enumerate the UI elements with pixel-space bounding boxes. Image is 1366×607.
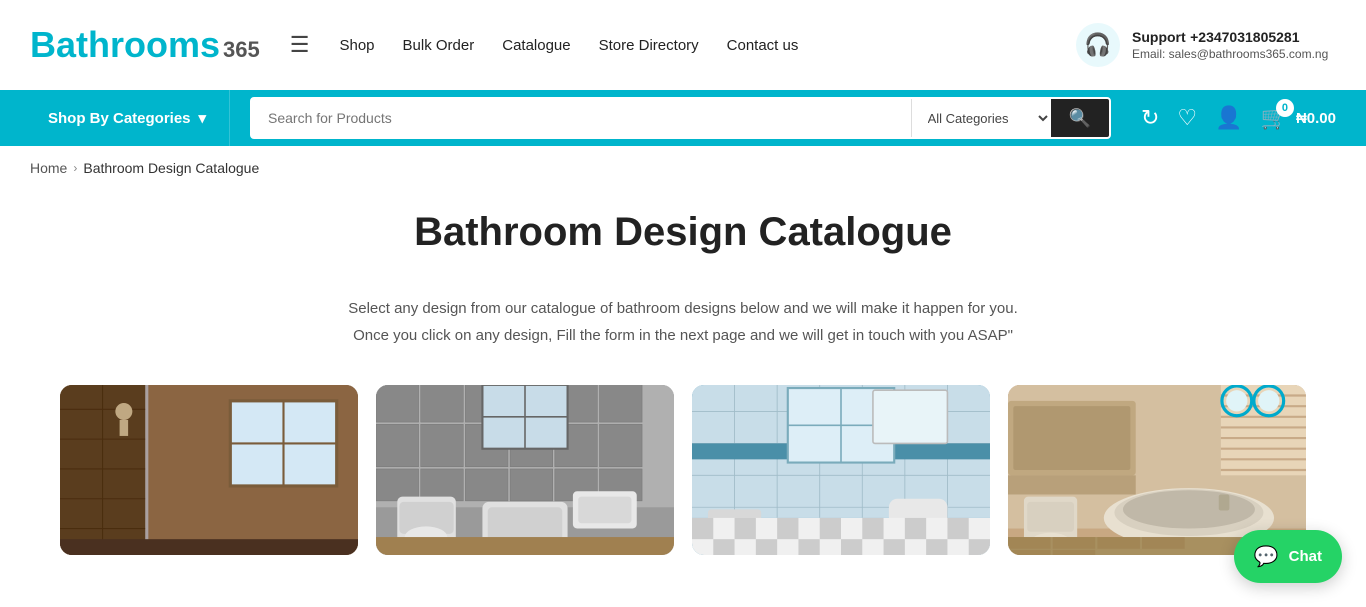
whatsapp-chat-btn[interactable]: 💬 Chat: [1234, 530, 1342, 583]
page-description: Select any design from our catalogue of …: [60, 295, 1306, 349]
nav-link-contact[interactable]: Contact us: [727, 37, 799, 54]
page-title: Bathroom Design Catalogue: [60, 200, 1306, 265]
heart-icon: ♡: [1177, 105, 1197, 131]
support-text: Support +2347031805281 Email: sales@bath…: [1132, 29, 1328, 61]
refresh-icon-btn[interactable]: ↻: [1141, 105, 1159, 131]
support-area: 🎧 Support +2347031805281 Email: sales@ba…: [1076, 23, 1336, 67]
account-btn[interactable]: 👤: [1215, 105, 1242, 131]
search-input[interactable]: [252, 99, 911, 137]
search-button[interactable]: 🔍: [1051, 99, 1109, 137]
cart-icon-wrap: 🛒 0: [1261, 105, 1288, 131]
nav-link-catalogue[interactable]: Catalogue: [502, 37, 570, 54]
description-line1: Select any design from our catalogue of …: [60, 295, 1306, 322]
headphone-icon: 🎧: [1076, 23, 1120, 67]
breadcrumb-current: Bathroom Design Catalogue: [83, 160, 259, 176]
support-phone: +2347031805281: [1190, 29, 1299, 45]
breadcrumb-home[interactable]: Home: [30, 160, 67, 176]
catalogue-card-2[interactable]: [376, 385, 674, 555]
wishlist-btn[interactable]: ♡: [1177, 105, 1197, 131]
cart-badge: 0: [1276, 99, 1294, 117]
search-icon: 🔍: [1069, 108, 1091, 129]
cart-amount: ₦0.00: [1296, 110, 1336, 127]
support-email: Email: sales@bathrooms365.com.ng: [1132, 47, 1328, 61]
site-header: Bathrooms 365 ☰ Shop Bulk Order Catalogu…: [0, 0, 1366, 90]
refresh-icon: ↻: [1141, 105, 1159, 131]
breadcrumb-separator: ›: [73, 161, 77, 175]
cart-btn[interactable]: 🛒 0 ₦0.00: [1261, 105, 1336, 131]
main-nav: Shop Bulk Order Catalogue Store Director…: [339, 37, 1056, 54]
main-content: Bathroom Design Catalogue Select any des…: [0, 190, 1366, 595]
nav-icons: ↻ ♡ 👤 🛒 0 ₦0.00: [1141, 105, 1336, 131]
catalogue-card-3[interactable]: [692, 385, 990, 555]
catalogue-card-1[interactable]: [60, 385, 358, 555]
nav-link-shop[interactable]: Shop: [339, 37, 374, 54]
support-label: Support: [1132, 29, 1186, 45]
category-select[interactable]: All Categories Toilets Bathtubs Sinks Sh…: [911, 99, 1051, 137]
logo-area: Bathrooms 365: [30, 27, 260, 63]
breadcrumb: Home › Bathroom Design Catalogue: [0, 146, 1366, 190]
navbar: Shop By Categories ▾ All Categories Toil…: [0, 90, 1366, 146]
shop-by-categories-btn[interactable]: Shop By Categories ▾: [30, 90, 230, 146]
hamburger-icon[interactable]: ☰: [290, 32, 310, 58]
logo[interactable]: Bathrooms 365: [30, 27, 260, 63]
search-area: All Categories Toilets Bathtubs Sinks Sh…: [250, 97, 1111, 139]
nav-link-store-directory[interactable]: Store Directory: [599, 37, 699, 54]
logo-text-365: 365: [223, 39, 260, 61]
description-line2: Once you click on any design, Fill the f…: [60, 322, 1306, 349]
user-icon: 👤: [1215, 105, 1242, 131]
whatsapp-icon: 💬: [1254, 544, 1279, 569]
chat-label: Chat: [1289, 548, 1322, 565]
catalogue-grid: [60, 385, 1306, 555]
shop-by-label: Shop By Categories: [48, 110, 191, 127]
chevron-down-icon: ▾: [199, 109, 207, 127]
logo-text-bathrooms: Bathrooms: [30, 27, 220, 63]
nav-link-bulk-order[interactable]: Bulk Order: [403, 37, 475, 54]
